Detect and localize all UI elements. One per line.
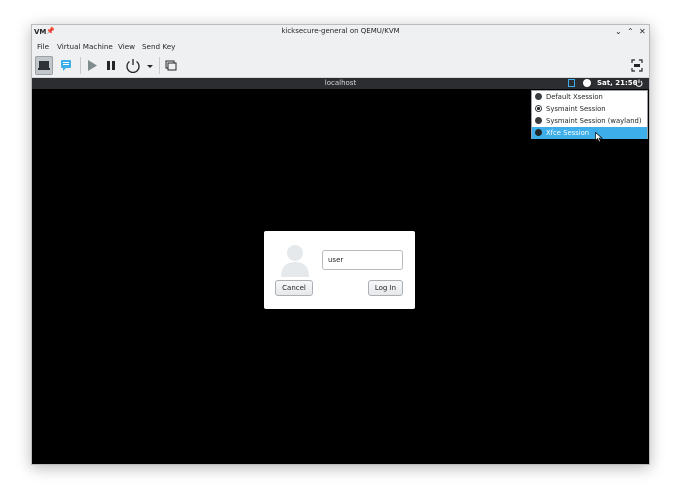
session-menu: Default Xsession Sysmaint Session Sysmai… — [531, 90, 648, 139]
toolbar — [32, 54, 649, 78]
session-icon[interactable] — [568, 79, 575, 87]
mouse-cursor-icon — [595, 132, 603, 143]
session-item-sysmaint-wayland[interactable]: Sysmaint Session (wayland) — [532, 115, 647, 127]
cancel-button[interactable]: Cancel — [275, 280, 313, 296]
fullscreen-icon[interactable] — [629, 56, 645, 75]
radio-checked-icon — [535, 105, 542, 112]
session-item-label: Xfce Session — [546, 129, 590, 137]
maximize-button[interactable]: ⌃ — [627, 27, 634, 36]
pause-icon[interactable] — [103, 56, 119, 75]
run-icon[interactable] — [84, 56, 100, 75]
dropdown-arrow-icon[interactable] — [145, 56, 155, 75]
radio-icon — [535, 129, 542, 136]
window-title: kicksecure-general on QEMU/KVM — [281, 27, 400, 35]
minimize-button[interactable]: ⌄ — [615, 27, 622, 36]
session-item-label: Sysmaint Session — [546, 105, 606, 113]
radio-icon — [535, 93, 542, 100]
menu-view[interactable]: View — [118, 42, 135, 51]
toolbar-separator — [159, 57, 160, 74]
session-item-xfce-session[interactable]: Xfce Session — [532, 127, 647, 139]
title-bar[interactable]: VM 📌 kicksecure-general on QEMU/KVM ⌄ ⌃ … — [32, 25, 649, 40]
toolbar-separator — [80, 57, 81, 74]
username-field[interactable]: user — [322, 250, 403, 270]
login-dialog: user Cancel Log In — [264, 231, 415, 309]
snapshots-icon[interactable] — [163, 56, 179, 75]
session-item-sysmaint-session[interactable]: Sysmaint Session — [532, 103, 647, 115]
guest-top-panel: localhost Sat, 21:56 — [32, 78, 649, 89]
clock: Sat, 21:56 — [597, 79, 638, 87]
vm-window: VM 📌 kicksecure-general on QEMU/KVM ⌄ ⌃ … — [31, 24, 650, 465]
menu-send-key[interactable]: Send Key — [142, 42, 175, 51]
console-icon[interactable] — [35, 56, 53, 75]
radio-icon — [535, 117, 542, 124]
power-icon[interactable] — [123, 56, 143, 75]
session-item-label: Default Xsession — [546, 93, 603, 101]
hostname-label: localhost — [324, 79, 357, 87]
power-icon[interactable] — [635, 79, 643, 87]
menu-virtual-machine[interactable]: Virtual Machine — [57, 42, 113, 51]
menu-bar: File Virtual Machine View Send Key — [32, 40, 649, 53]
vm-display[interactable]: localhost Sat, 21:56 Default Xsession Sy… — [32, 78, 649, 464]
session-item-label: Sysmaint Session (wayland) — [546, 117, 642, 125]
menu-file[interactable]: File — [37, 42, 49, 51]
session-item-default-xsession[interactable]: Default Xsession — [532, 91, 647, 103]
close-button[interactable]: ✕ — [639, 27, 646, 36]
user-avatar-icon — [281, 245, 309, 277]
accessibility-icon[interactable] — [583, 79, 591, 87]
log-in-button[interactable]: Log In — [368, 280, 403, 296]
details-icon[interactable] — [57, 56, 75, 75]
